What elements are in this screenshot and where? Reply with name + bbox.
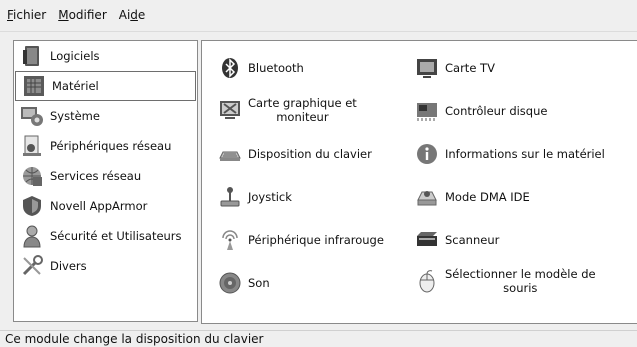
module-line-1: Carte graphique et <box>248 96 357 110</box>
apparmor-icon <box>18 194 46 218</box>
menu-fichier[interactable]: Fichier <box>2 8 51 22</box>
menu-bar: Fichier Modifier Aide <box>0 0 637 30</box>
network-services-icon <box>18 164 46 188</box>
module-carte-tv[interactable]: Carte TV <box>415 56 495 80</box>
sidebar-item-services-reseau[interactable]: Services réseau <box>14 161 197 191</box>
module-informations-materiel[interactable]: Informations sur le matériel <box>415 142 605 166</box>
system-icon <box>18 104 46 128</box>
sidebar-item-materiel[interactable]: Matériel <box>15 71 196 101</box>
module-peripherique-infrarouge[interactable]: Périphérique infrarouge <box>218 228 384 252</box>
network-devices-icon <box>18 134 46 158</box>
dma-ide-icon <box>415 185 439 209</box>
module-carte-graphique[interactable]: Carte graphique et moniteur <box>218 96 357 124</box>
status-bar: Ce module change la disposition du clavi… <box>0 330 637 346</box>
bluetooth-icon <box>218 56 242 80</box>
menu-aide[interactable]: Aide <box>114 8 151 22</box>
sidebar-item-divers[interactable]: Divers <box>14 251 197 281</box>
sidebar-item-novell-apparmor[interactable]: Novell AppArmor <box>14 191 197 221</box>
module-joystick[interactable]: Joystick <box>218 185 292 209</box>
module-disposition-clavier[interactable]: Disposition du clavier <box>218 142 372 166</box>
module-bluetooth[interactable]: Bluetooth <box>218 56 304 80</box>
joystick-icon <box>218 185 242 209</box>
security-users-icon <box>18 224 46 248</box>
software-icon <box>18 44 46 68</box>
category-sidebar: Logiciels Matériel Système Périphériques… <box>13 40 198 322</box>
module-grid: Bluetooth Carte TV Carte graphique et mo… <box>201 40 637 324</box>
module-selection-souris[interactable]: Sélectionner le modèle de souris <box>415 267 596 295</box>
infrared-icon <box>218 228 242 252</box>
menu-separator <box>0 31 637 32</box>
module-line-2: moniteur <box>276 110 329 124</box>
hardware-icon <box>20 74 48 98</box>
misc-tools-icon <box>18 254 46 278</box>
menu-modifier[interactable]: Modifier <box>53 8 112 22</box>
keyboard-icon <box>218 142 242 166</box>
mouse-icon <box>415 269 439 293</box>
sidebar-item-logiciels[interactable]: Logiciels <box>14 41 197 71</box>
module-controleur-disque[interactable]: Contrôleur disque <box>415 99 547 123</box>
module-line-1: Sélectionner le modèle de <box>445 267 596 281</box>
module-scanneur[interactable]: Scanneur <box>415 228 499 252</box>
tv-card-icon <box>415 56 439 80</box>
scanner-icon <box>415 228 439 252</box>
graphics-monitor-icon <box>218 98 242 122</box>
sidebar-item-securite-utilisateurs[interactable]: Sécurité et Utilisateurs <box>14 221 197 251</box>
sidebar-item-peripheriques-reseau[interactable]: Périphériques réseau <box>14 131 197 161</box>
module-son[interactable]: Son <box>218 271 270 295</box>
module-line-2: souris <box>503 281 538 295</box>
sound-icon <box>218 271 242 295</box>
module-mode-dma-ide[interactable]: Mode DMA IDE <box>415 185 530 209</box>
sidebar-item-systeme[interactable]: Système <box>14 101 197 131</box>
info-icon <box>415 142 439 166</box>
disk-controller-icon <box>415 99 439 123</box>
